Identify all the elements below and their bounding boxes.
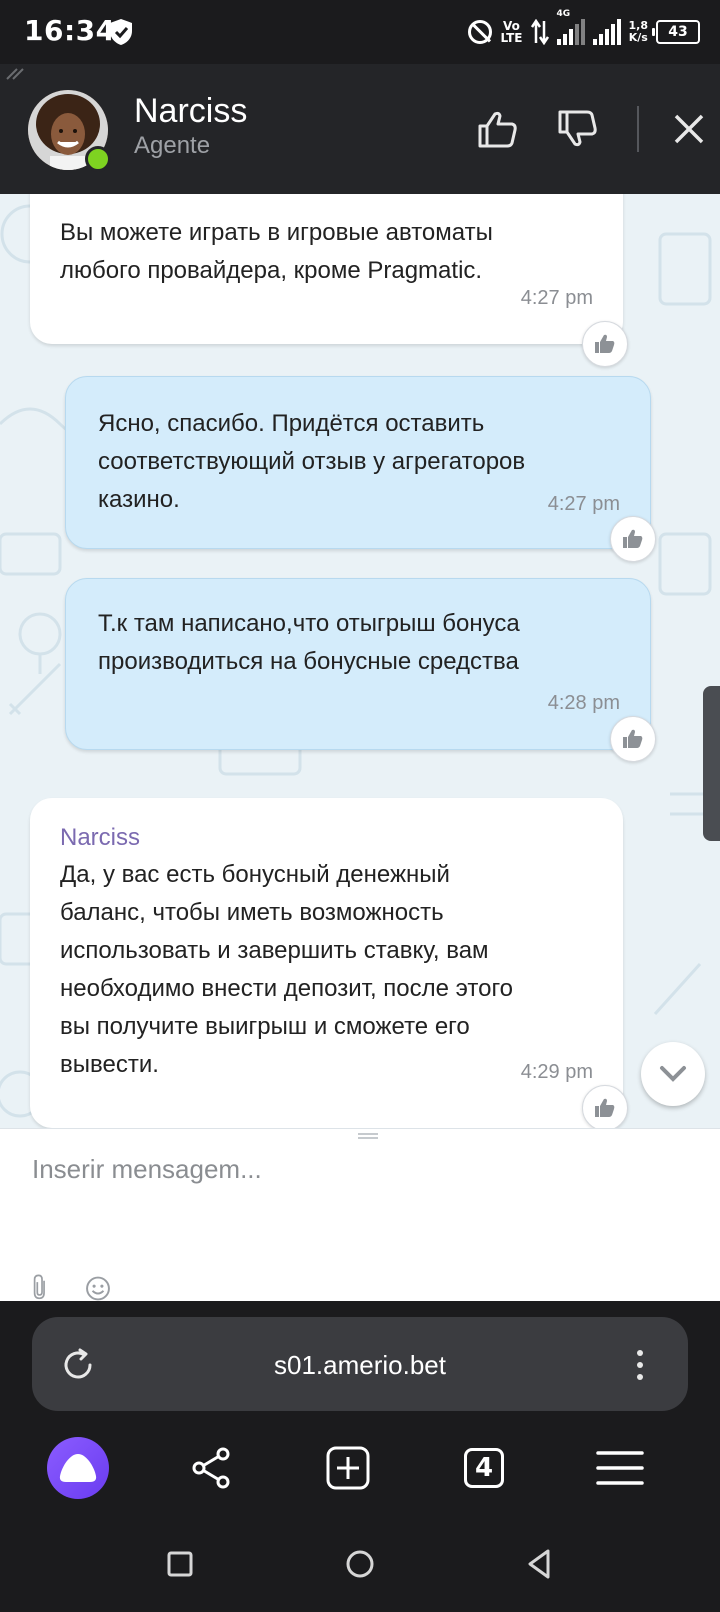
close-chat-button[interactable] [666,106,712,152]
scroll-to-bottom-button[interactable] [641,1042,705,1106]
message-sender-name: Narciss [60,824,141,851]
message-time: 4:29 pm [520,1061,593,1083]
reload-icon[interactable] [60,1347,96,1383]
hamburger-menu-icon [596,1451,644,1485]
do-not-disturb-icon [468,20,493,44]
thumbs-up-icon [595,1098,615,1117]
message-bubble-outgoing: Ясно, спасибо. Придётся оставить соответ… [65,376,651,549]
home-button[interactable] [340,1544,380,1584]
message-bubble-incoming: Narciss Да, у вас есть бонусный денежный… [30,798,623,1128]
tabs-count: 4 [464,1448,504,1488]
recent-apps-button[interactable] [160,1544,200,1584]
signal-bars-icon-2 [592,19,621,45]
message-text: Т.к там написано,что отыгрыш бонуса прои… [98,610,520,675]
alice-icon [59,1454,97,1482]
back-button[interactable] [520,1544,560,1584]
thumbs-up-icon [595,334,615,353]
like-message-button[interactable] [610,516,656,562]
status-icons: Vo LTE 4G 1,8 K/s 43 [468,9,700,50]
thumbs-up-icon [623,729,643,748]
thumbs-up-rate-button[interactable] [474,106,520,152]
status-time: 16:34 [24,14,116,47]
agent-role: Agente [134,132,211,159]
like-message-button[interactable] [582,1085,628,1128]
emoji-button[interactable] [82,1276,114,1301]
address-url[interactable]: s01.amerio.bet [200,1347,520,1383]
signal-bars-icon [556,19,585,45]
resize-grip-icon [6,68,24,80]
network-type: 4G [556,9,571,19]
new-tab-button[interactable] [317,1437,379,1499]
menu-button[interactable] [589,1437,651,1499]
attach-file-button[interactable] [26,1274,54,1301]
share-icon [192,1447,230,1489]
network-signal-1: 4G [556,9,585,45]
message-text: Ясно, спасибо. Придётся оставить соответ… [98,410,526,513]
tabs-button[interactable]: 4 [453,1437,515,1499]
volte-indicator: Vo LTE [500,19,523,45]
agent-name: Narciss [134,92,248,130]
message-time: 4:27 pm [547,493,620,515]
message-time: 4:28 pm [547,692,620,714]
thumbs-up-icon [623,529,643,548]
chat-header [0,64,720,194]
message-text: Вы можете играть в игровые автоматы любо… [60,219,493,284]
like-message-button[interactable] [582,321,628,367]
alice-assistant-button[interactable] [47,1437,109,1499]
message-bubble-incoming: Вы можете играть в игровые автоматы любо… [30,194,623,344]
page-scroll-handle[interactable] [703,686,720,841]
chevron-down-icon [660,1066,686,1082]
chat-messages[interactable]: Вы можете играть в игровые автоматы любо… [0,194,720,1128]
message-time: 4:27 pm [520,287,593,309]
share-button[interactable] [180,1437,242,1499]
like-message-button[interactable] [610,716,656,762]
online-status-indicator [85,146,111,172]
shield-icon [110,19,132,45]
composer-resize-handle[interactable] [358,1132,378,1140]
status-bar: 16:34 Vo LTE 4G 1,8 K/s 43 [0,0,720,64]
header-divider [637,106,639,152]
data-transfer-icon [530,19,549,45]
thumbs-down-rate-button[interactable] [554,106,600,152]
plus-square-icon [326,1446,370,1490]
network-speed: 1,8 K/s [628,19,649,44]
battery-indicator: 43 [652,20,700,44]
message-text: Да, у вас есть бонусный денежный баланс,… [60,861,514,1078]
message-input[interactable] [30,1148,674,1190]
message-bubble-outgoing: Т.к там написано,что отыгрыш бонуса прои… [65,578,651,750]
more-options-icon[interactable] [630,1347,650,1383]
